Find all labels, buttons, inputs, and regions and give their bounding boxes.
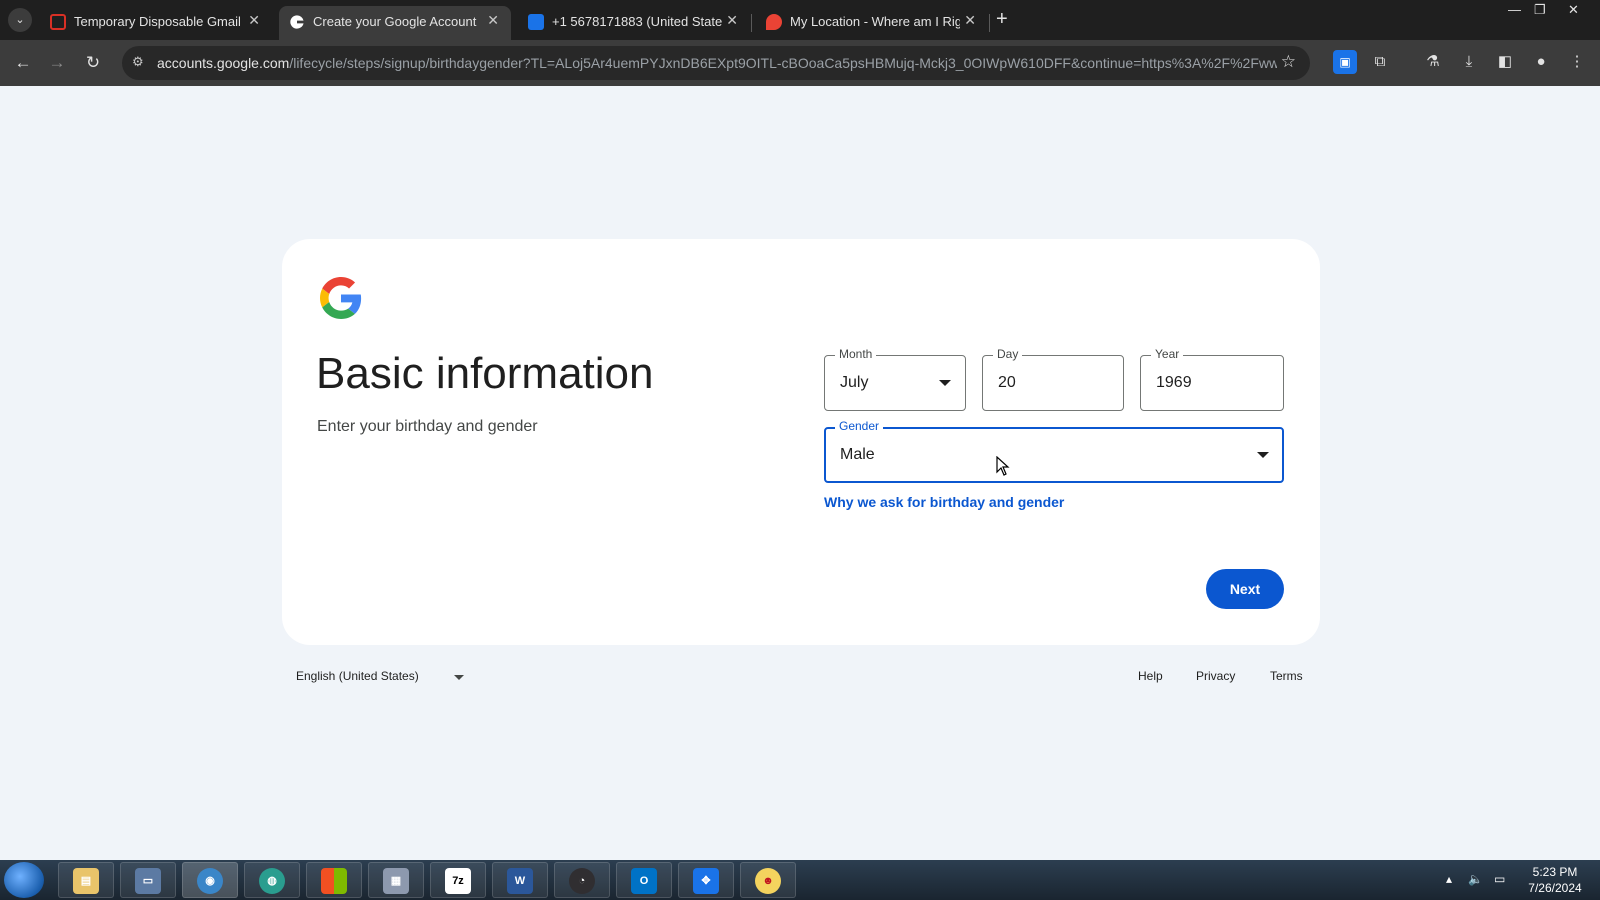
site-info-icon[interactable]: ⚙: [132, 54, 144, 70]
tab-title: +1 5678171883 (United States): [552, 14, 722, 29]
tab-create-account[interactable]: Create your Google Account ✕: [279, 6, 511, 40]
terms-link[interactable]: Terms: [1270, 669, 1303, 683]
computer-icon: ▭: [135, 868, 161, 894]
mouse-cursor-icon: [996, 456, 1010, 476]
gender-value: Male: [840, 446, 875, 463]
location-pin-icon: [766, 14, 782, 30]
month-value: July: [840, 374, 869, 391]
reload-icon[interactable]: ↻: [80, 50, 106, 76]
app-icon: ✥: [693, 868, 719, 894]
gmail-temp-icon: [50, 14, 66, 30]
tab-my-location[interactable]: My Location - Where am I Righ ✕: [756, 6, 988, 40]
url-text[interactable]: accounts.google.com/lifecycle/steps/sign…: [157, 55, 1277, 71]
archive-icon: ▦: [383, 868, 409, 894]
month-select[interactable]: Month July: [824, 347, 966, 411]
tab-temporary-gmail[interactable]: Temporary Disposable Gmail | T ✕: [40, 6, 272, 40]
volume-icon[interactable]: 🔈: [1468, 872, 1483, 886]
windows-store-icon: [321, 868, 347, 894]
bookmark-star-icon[interactable]: ☆: [1281, 52, 1296, 72]
close-window-icon[interactable]: ✕: [1568, 2, 1579, 18]
taskbar-explorer[interactable]: ▤: [58, 862, 114, 898]
google-icon: [289, 14, 305, 30]
taskbar-game[interactable]: ☻: [740, 862, 796, 898]
chevron-down-icon: [939, 380, 951, 386]
tab-phone-number[interactable]: +1 5678171883 (United States) ✕: [518, 6, 750, 40]
taskbar-browser[interactable]: ◉: [182, 862, 238, 898]
download-icon[interactable]: ⤓: [1457, 50, 1481, 74]
forward-icon[interactable]: →: [44, 50, 70, 76]
tab-bar: ⌄ Temporary Disposable Gmail | T ✕ Creat…: [0, 0, 1600, 40]
outlook-icon: O: [631, 868, 657, 894]
start-button-icon[interactable]: [4, 862, 44, 898]
language-chevron-icon[interactable]: [454, 675, 464, 680]
close-tab-icon[interactable]: ✕: [726, 12, 738, 29]
game-icon: ☻: [755, 868, 781, 894]
page-title: Basic information: [316, 349, 654, 398]
profile-avatar-icon[interactable]: ●: [1529, 50, 1553, 74]
tab-separator: [751, 14, 752, 32]
tab-separator: [989, 14, 990, 32]
tray-expand-icon[interactable]: ▴: [1446, 872, 1452, 886]
taskbar-globe[interactable]: ◍: [244, 862, 300, 898]
taskbar-archive[interactable]: ▦: [368, 862, 424, 898]
tab-title: My Location - Where am I Righ: [790, 14, 960, 29]
globe-icon: ◍: [259, 868, 285, 894]
clock-time: 5:23 PM: [1532, 865, 1578, 879]
browser-icon: ◉: [197, 868, 223, 894]
chevron-down-icon: [1257, 452, 1269, 458]
url-path: /lifecycle/steps/signup/birthdaygender?T…: [289, 55, 1277, 71]
browser-toolbar: ← → ↻ ⚙ accounts.google.com/lifecycle/st…: [0, 40, 1600, 86]
tab-title: Temporary Disposable Gmail | T: [74, 14, 244, 29]
close-tab-icon[interactable]: ✕: [248, 12, 260, 29]
taskbar-word[interactable]: W: [492, 862, 548, 898]
month-label: Month: [835, 347, 877, 361]
back-icon[interactable]: ←: [10, 50, 36, 76]
taskbar-computer[interactable]: ▭: [120, 862, 176, 898]
minimize-icon[interactable]: —: [1508, 2, 1521, 17]
sms-icon: [528, 14, 544, 30]
year-value: 1969: [1156, 374, 1192, 391]
restore-icon[interactable]: ❐: [1534, 2, 1546, 18]
word-icon: W: [507, 868, 533, 894]
taskbar-app[interactable]: ✥: [678, 862, 734, 898]
network-icon[interactable]: ▭: [1494, 872, 1505, 886]
gender-label: Gender: [835, 419, 884, 433]
next-button[interactable]: Next: [1206, 569, 1284, 609]
year-label: Year: [1151, 347, 1184, 361]
windows-taskbar: ▤ ▭ ◉ ◍ ▦ 7z W ◔ O ✥ ☻ ▴ 🔈 ▭ 5:23 PM 7/2…: [0, 860, 1600, 900]
extensions-puzzle-icon[interactable]: ⧉: [1368, 50, 1392, 74]
taskbar-obs[interactable]: ◔: [554, 862, 610, 898]
side-panel-icon[interactable]: ◧: [1493, 50, 1517, 74]
close-tab-icon[interactable]: ✕: [487, 12, 499, 29]
why-we-ask-link[interactable]: Why we ask for birthday and gender: [824, 494, 1064, 510]
menu-kebab-icon[interactable]: ⋮: [1565, 50, 1589, 74]
day-label: Day: [993, 347, 1023, 361]
gender-select[interactable]: Gender Male: [824, 419, 1284, 483]
extension-blue-icon[interactable]: ▣: [1333, 50, 1357, 74]
labs-flask-icon[interactable]: ⚗: [1421, 50, 1445, 74]
tab-title: Create your Google Account: [313, 14, 477, 29]
taskbar-store[interactable]: [306, 862, 362, 898]
clock-date: 7/26/2024: [1528, 881, 1582, 895]
taskbar-clock[interactable]: 5:23 PM 7/26/2024: [1520, 864, 1590, 896]
privacy-link[interactable]: Privacy: [1196, 669, 1235, 683]
address-bar[interactable]: ⚙ accounts.google.com/lifecycle/steps/si…: [122, 46, 1310, 80]
tab-search-icon[interactable]: ⌄: [8, 8, 32, 32]
taskbar-7zip[interactable]: 7z: [430, 862, 486, 898]
help-link[interactable]: Help: [1138, 669, 1163, 683]
day-field[interactable]: Day 20: [982, 347, 1124, 411]
language-select[interactable]: English (United States): [296, 669, 419, 683]
new-tab-icon[interactable]: +: [996, 8, 1008, 31]
7zip-icon: 7z: [445, 868, 471, 894]
explorer-icon: ▤: [73, 868, 99, 894]
signup-card: Basic information Enter your birthday an…: [282, 239, 1320, 645]
url-host: accounts.google.com: [157, 55, 290, 71]
year-field[interactable]: Year 1969: [1140, 347, 1284, 411]
close-tab-icon[interactable]: ✕: [964, 12, 976, 29]
day-value: 20: [998, 374, 1016, 391]
page-subtitle: Enter your birthday and gender: [317, 418, 538, 435]
taskbar-outlook[interactable]: O: [616, 862, 672, 898]
obs-icon: ◔: [569, 868, 595, 894]
google-logo-icon: [320, 277, 362, 319]
